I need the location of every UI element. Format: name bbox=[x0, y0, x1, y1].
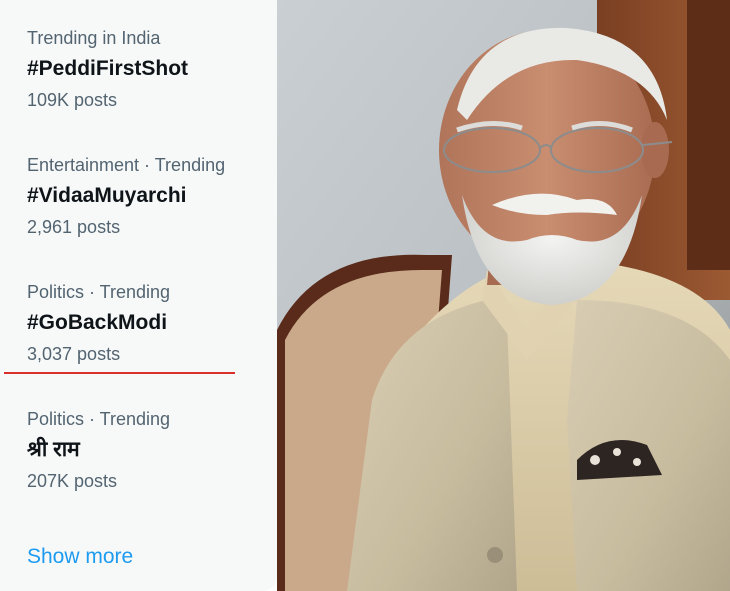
trend-post-count: 2,961 posts bbox=[27, 217, 121, 237]
trend-context: Politics · Trending bbox=[27, 282, 171, 302]
trend-post-count: 109K posts bbox=[27, 90, 118, 110]
trend-item[interactable]: Entertainment · Trending #VidaaMuyarchi … bbox=[27, 154, 272, 238]
trend-context: Politics · Trending bbox=[27, 409, 171, 429]
trend-post-count: 207K posts bbox=[27, 471, 118, 491]
trend-post-count: 3,037 posts bbox=[27, 344, 121, 364]
trend-item[interactable]: Politics · Trending #GoBackModi 3,037 po… bbox=[27, 281, 272, 365]
trend-context: Entertainment · Trending bbox=[27, 155, 226, 175]
trend-name[interactable]: #PeddiFirstShot bbox=[27, 56, 272, 82]
trends-panel: Trending in India #PeddiFirstShot 109K p… bbox=[0, 0, 277, 591]
highlight-underline bbox=[4, 372, 235, 374]
show-more-link[interactable]: Show more bbox=[27, 544, 133, 570]
trend-name[interactable]: #VidaaMuyarchi bbox=[27, 183, 272, 209]
portrait-photo bbox=[277, 0, 730, 591]
trend-item[interactable]: Trending in India #PeddiFirstShot 109K p… bbox=[27, 27, 272, 111]
trend-context: Trending in India bbox=[27, 28, 161, 48]
trend-item[interactable]: Politics · Trending श्री राम 207K posts bbox=[27, 408, 272, 492]
trend-name[interactable]: #GoBackModi bbox=[27, 310, 272, 336]
trend-name[interactable]: श्री राम bbox=[27, 437, 272, 463]
